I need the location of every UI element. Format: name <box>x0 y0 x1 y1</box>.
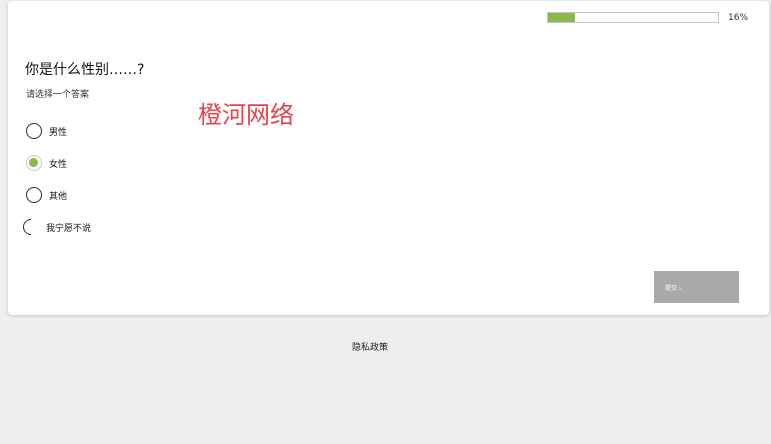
option-female[interactable]: 女性 <box>26 152 67 174</box>
progress-bar-fill <box>548 13 576 22</box>
radio-prefer-not-say[interactable] <box>19 215 43 239</box>
privacy-policy-link[interactable]: 隐私政策 <box>352 340 388 353</box>
option-label: 女性 <box>49 159 68 170</box>
question-title: 你是什么性别……? <box>25 62 145 78</box>
submit-button[interactable]: 提交 › <box>654 271 739 303</box>
radio-other[interactable] <box>26 187 42 203</box>
survey-card: 16% 你是什么性别……? 请选择一个答案 橙河网络 男性 女性 其他 我宁愿不… <box>8 1 769 315</box>
progress-percent: 16% <box>728 13 749 23</box>
option-male[interactable]: 男性 <box>26 120 67 142</box>
progress-bar <box>547 12 719 23</box>
question-hint: 请选择一个答案 <box>26 90 90 100</box>
option-label: 我宁愿不说 <box>46 223 92 234</box>
option-other[interactable]: 其他 <box>26 184 67 206</box>
radio-female[interactable] <box>26 155 42 171</box>
watermark-text: 橙河网络 <box>198 101 294 129</box>
option-label: 其他 <box>49 191 68 202</box>
option-prefer-not-say[interactable]: 我宁愿不说 <box>19 215 92 239</box>
radio-male[interactable] <box>26 123 42 139</box>
option-label: 男性 <box>49 127 68 138</box>
